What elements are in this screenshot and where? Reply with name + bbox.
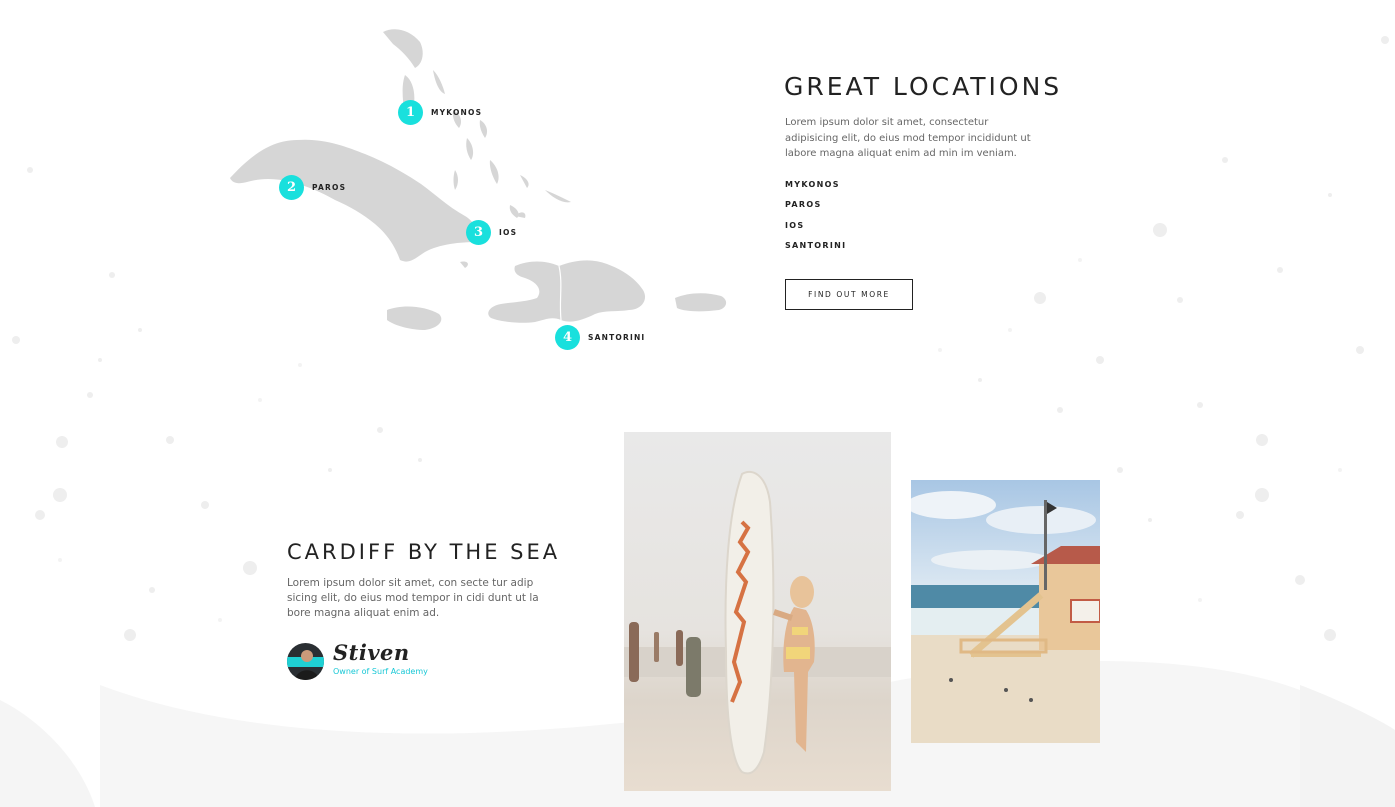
location-item-ios[interactable]: IOS bbox=[785, 221, 846, 241]
marker-label: IOS bbox=[499, 228, 518, 237]
location-item-paros[interactable]: PAROS bbox=[785, 200, 846, 220]
lifeguard-hut-photo bbox=[911, 480, 1100, 743]
find-out-more-button[interactable]: FIND OUT MORE bbox=[785, 279, 913, 310]
signature: Stiven bbox=[333, 640, 410, 665]
marker-label: SANTORINI bbox=[588, 333, 646, 342]
marker-label: PAROS bbox=[312, 183, 347, 192]
locations-list: MYKONOS PAROS IOS SANTORINI bbox=[785, 180, 846, 261]
cardiff-description: Lorem ipsum dolor sit amet, con secte tu… bbox=[287, 577, 539, 619]
surfer-photo bbox=[624, 432, 891, 791]
locations-title: GREAT LOCATIONS bbox=[784, 72, 1063, 101]
locations-description: Lorem ipsum dolor sit amet, consectetur … bbox=[785, 117, 1031, 159]
marker-label: MYKONOS bbox=[431, 108, 483, 117]
marker-number: 3 bbox=[466, 220, 491, 245]
locations-map: 1 MYKONOS 2 PAROS 3 IOS 4 SANTORINI bbox=[225, 20, 735, 360]
map-marker-3[interactable]: 3 IOS bbox=[466, 220, 517, 245]
owner-caption: Owner of Surf Academy bbox=[333, 667, 428, 676]
avatar bbox=[287, 643, 324, 680]
marker-number: 4 bbox=[555, 325, 580, 350]
location-item-santorini[interactable]: SANTORINI bbox=[785, 241, 846, 261]
map-marker-4[interactable]: 4 SANTORINI bbox=[555, 325, 645, 350]
location-item-mykonos[interactable]: MYKONOS bbox=[785, 180, 846, 200]
marker-number: 1 bbox=[398, 100, 423, 125]
map-marker-1[interactable]: 1 MYKONOS bbox=[398, 100, 482, 125]
marker-number: 2 bbox=[279, 175, 304, 200]
map-marker-2[interactable]: 2 PAROS bbox=[279, 175, 346, 200]
cardiff-title: CARDIFF BY THE SEA bbox=[287, 540, 561, 564]
